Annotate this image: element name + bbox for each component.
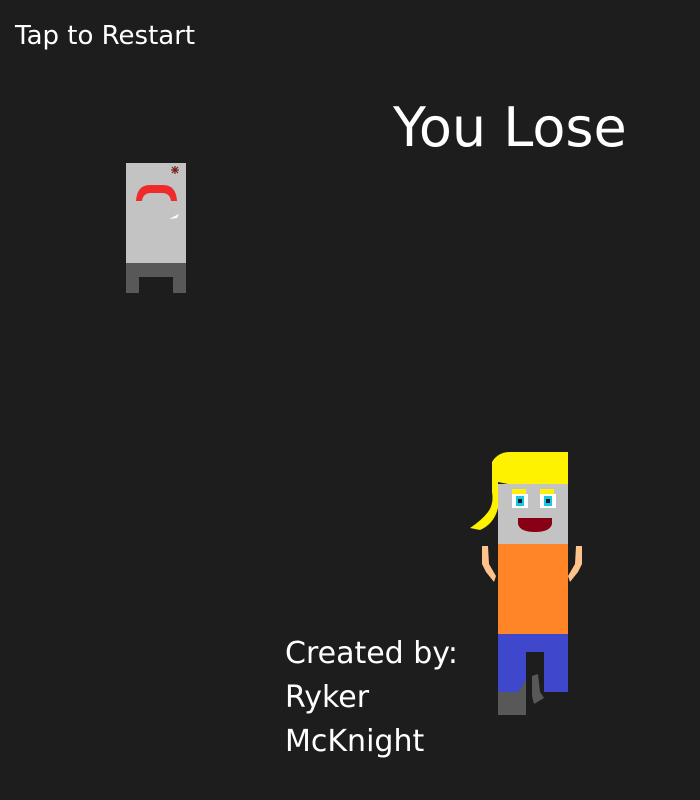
enemy-eye [171,166,179,174]
restart-button[interactable]: Tap to Restart [15,19,195,53]
game-over-message: You Lose [393,96,627,159]
player-right-arm [568,546,582,582]
blonde-character-icon [470,452,582,715]
game-screen[interactable]: Tap to Restart You Lose Created by: Ryke… [0,0,700,800]
player-left-arm [482,546,496,582]
credits-first-name: Ryker [285,680,370,715]
player-right-shoe [532,674,544,704]
credits-heading: Created by: [285,636,458,671]
credits-last-name: McKnight [285,724,425,759]
player-head [498,484,568,544]
player-mouth [518,518,552,532]
fridge-monster-icon [126,163,186,293]
player-shirt [498,544,568,634]
credits: Created by: Ryker McKnight [285,632,485,764]
enemy-body [126,163,186,263]
